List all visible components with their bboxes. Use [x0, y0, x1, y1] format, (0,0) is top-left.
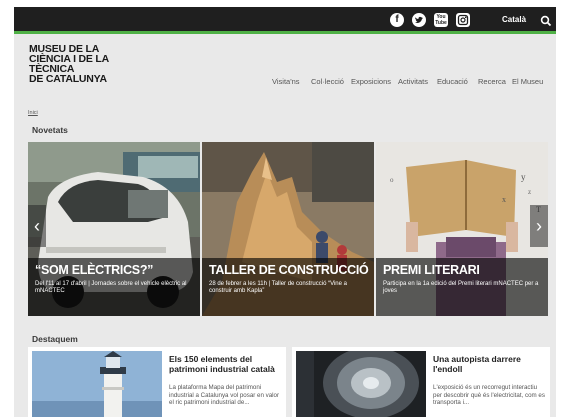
slide-title: TALLER DE CONSTRUCCIÓ — [209, 263, 369, 277]
nav-item-recerca[interactable]: Recerca — [478, 77, 506, 86]
chevron-left-icon: ‹ — [34, 216, 40, 236]
svg-text:x: x — [502, 195, 506, 204]
twitter-icon[interactable] — [412, 13, 426, 27]
museum-website: f You Tube Català MUSEU DE LA CIÈNCIA I … — [14, 7, 556, 417]
card-text: La plataforma Mapa del patrimoni industr… — [169, 384, 280, 406]
logo-line: DE CATALUNYA — [29, 73, 107, 85]
youtube-glyph: You Tube — [435, 14, 447, 26]
carousel-next-button[interactable]: › — [530, 205, 548, 247]
carousel-prev-button[interactable]: ‹ — [28, 205, 46, 247]
carousel-slide-som-electrics[interactable]: “SOM ELÈCTRICS?” Del l'11 al 17 d'abril … — [28, 142, 200, 316]
slide-title: “SOM ELÈCTRICS?” — [35, 263, 154, 277]
carousel-slide-premi-literari[interactable]: y z x o T PREMI LITERARI Participa en la… — [376, 142, 548, 316]
facebook-glyph: f — [395, 14, 399, 25]
chevron-right-icon: › — [536, 216, 542, 236]
nav-item-educacio[interactable]: Educació — [437, 77, 468, 86]
slide-text: 28 de febrer a les 11h | Taller de const… — [209, 281, 347, 294]
card-title: Una autopista darrere l'endoll — [433, 354, 521, 374]
carousel-slide-taller-construccio[interactable]: TALLER DE CONSTRUCCIÓ 28 de febrer a les… — [202, 142, 374, 316]
twitter-bird-icon — [415, 16, 423, 23]
nav-item-el-museu[interactable]: El Museu — [512, 77, 543, 86]
svg-text:y: y — [521, 172, 526, 182]
news-carousel: “SOM ELÈCTRICS?” Del l'11 al 17 d'abril … — [28, 142, 548, 316]
museum-logo[interactable]: MUSEU DE LA CIÈNCIA I DE LA TÈCNICA DE C… — [29, 44, 109, 85]
search-icon[interactable] — [540, 14, 552, 27]
slide-title: PREMI LITERARI — [383, 263, 480, 277]
card-text: L'exposició és un recorregut interactiu … — [433, 384, 545, 406]
slide-caption: “SOM ELÈCTRICS?” Del l'11 al 17 d'abril … — [28, 258, 200, 316]
instagram-icon[interactable] — [456, 13, 470, 27]
svg-text:z: z — [528, 188, 531, 196]
slide-caption: TALLER DE CONSTRUCCIÓ 28 de febrer a les… — [202, 258, 374, 316]
breadcrumb-home-link[interactable]: Inici — [28, 110, 38, 116]
novetats-heading: Novetats — [32, 125, 68, 135]
top-bar: f You Tube Català — [14, 7, 556, 34]
slide-caption: PREMI LITERARI Participa en la 1a edició… — [376, 258, 548, 316]
destaquem-heading: Destaquem — [32, 334, 78, 344]
language-selector[interactable]: Català — [502, 15, 526, 24]
featured-card-autopista[interactable]: Una autopista darrere l'endoll L'exposic… — [292, 347, 550, 417]
nav-item-visitans[interactable]: Visita'ns — [272, 77, 300, 86]
youtube-icon[interactable]: You Tube — [434, 13, 448, 27]
svg-text:o: o — [390, 176, 394, 184]
nav-item-exposicions[interactable]: Exposicions — [351, 77, 391, 86]
instagram-camera-icon — [457, 14, 469, 26]
slide-text: Del l'11 al 17 d'abril | Jornades sobre … — [35, 281, 187, 294]
nav-item-activitats[interactable]: Activitats — [398, 77, 428, 86]
exhibition-tunnel-photo — [296, 351, 426, 417]
lighthouse-photo — [32, 351, 162, 417]
browser-viewport: f You Tube Català MUSEU DE LA CIÈNCIA I … — [0, 0, 571, 417]
featured-card-patrimoni[interactable]: Els 150 elements del patrimoni industria… — [28, 347, 286, 417]
nav-item-colleccio[interactable]: Col·lecció — [311, 77, 344, 86]
facebook-icon[interactable]: f — [390, 13, 404, 27]
card-title: Els 150 elements del patrimoni industria… — [169, 354, 275, 374]
slide-text: Participa en la 1a edició del Premi lite… — [383, 281, 539, 294]
